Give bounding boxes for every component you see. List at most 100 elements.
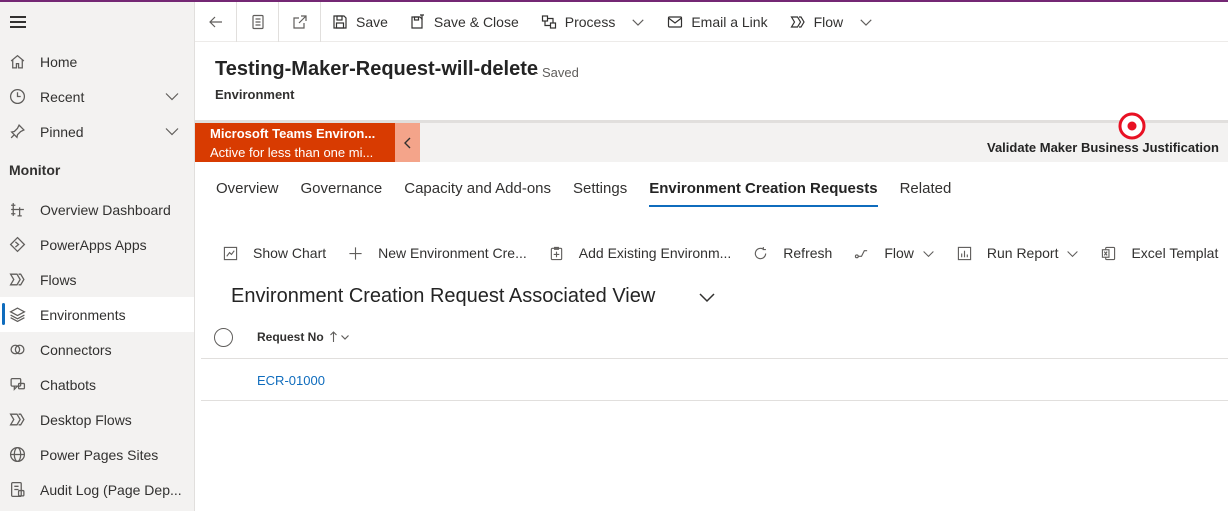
sidebar-item-home[interactable]: Home [0, 44, 194, 79]
flow-icon [790, 15, 805, 28]
stage-label[interactable]: Validate Maker Business Justification [987, 140, 1219, 155]
sidebar-item-label: Overview Dashboard [40, 201, 171, 218]
save-and-close-button[interactable]: Save & Close [399, 2, 530, 42]
email-a-link-button[interactable]: Email a Link [656, 2, 778, 42]
sidebar-item-label: Pinned [40, 123, 84, 140]
chevron-down-icon [632, 18, 644, 26]
sidebar-item-pinned[interactable]: Pinned [0, 114, 194, 149]
form-tabs: Overview Governance Capacity and Add-ons… [205, 170, 962, 210]
process-flyout-button[interactable]: Microsoft Teams Environ... Active for le… [195, 123, 395, 162]
record-title: Testing-Maker-Request-will-delete [215, 58, 539, 80]
sidebar-item-label: Environments [40, 306, 126, 323]
dashboard-icon [8, 201, 26, 219]
sidebar-item-label: PowerApps Apps [40, 236, 147, 253]
view-title[interactable]: Environment Creation Request Associated … [231, 285, 655, 308]
sidebar-item-powerapps-apps[interactable]: PowerApps Apps [0, 227, 194, 262]
sidebar-item-label: Connectors [40, 341, 112, 358]
plus-icon [349, 246, 362, 260]
save-button[interactable]: Save [321, 2, 399, 42]
sidebar-item-label: Desktop Flows [40, 411, 132, 428]
sidebar-section-title: Monitor [9, 162, 61, 178]
home-icon [8, 53, 26, 71]
add-existing-icon [550, 246, 562, 260]
connector-icon [8, 341, 26, 359]
tab-capacity-and-add-ons[interactable]: Capacity and Add-ons [393, 170, 562, 208]
sidebar-item-label: Power Pages Sites [40, 446, 159, 463]
tab-overview[interactable]: Overview [205, 170, 290, 208]
clock-icon [8, 88, 26, 106]
tab-related[interactable]: Related [889, 170, 963, 208]
table-row[interactable]: ECR-01000 [201, 360, 1228, 401]
chatbot-icon [8, 376, 26, 394]
entity-name: Environment [215, 87, 295, 102]
grid-header: Request No [201, 320, 1228, 359]
tab-governance[interactable]: Governance [290, 170, 394, 208]
bpf-collapse-button[interactable] [395, 123, 420, 162]
back-button[interactable] [195, 1, 237, 42]
flow-icon [8, 271, 26, 289]
business-process-flow: Microsoft Teams Environ... Active for le… [195, 112, 1228, 162]
refresh-label: Refresh [783, 245, 833, 261]
tab-settings[interactable]: Settings [562, 170, 638, 208]
flow-button[interactable]: Flow [779, 2, 885, 42]
sidebar-item-label: Recent [40, 88, 85, 105]
form-selector-button[interactable] [237, 1, 279, 42]
powerapps-icon [8, 236, 26, 254]
open-in-new-window-icon [292, 14, 307, 29]
request-no-link[interactable]: ECR-01000 [257, 373, 325, 388]
desktop-flow-icon [8, 411, 26, 429]
report-icon [957, 246, 972, 260]
chevron-down-icon [860, 18, 872, 26]
save-icon [333, 14, 347, 29]
process-name: Microsoft Teams Environ... [210, 126, 376, 141]
open-in-new-window-button[interactable] [279, 1, 321, 42]
subgrid-flow-button[interactable]: Flow [843, 236, 946, 270]
process-button[interactable]: Process [530, 2, 657, 42]
sidebar-item-chatbots[interactable]: Chatbots [0, 367, 194, 402]
show-chart-button[interactable]: Show Chart [212, 236, 337, 270]
save-and-close-label: Save & Close [433, 13, 519, 30]
active-stage-icon[interactable] [1117, 111, 1147, 141]
sidebar-item-flows[interactable]: Flows [0, 262, 194, 297]
column-header-label: Request No [257, 330, 324, 344]
view-selector-chevron-icon[interactable] [698, 289, 716, 305]
column-header-request-no[interactable]: Request No [257, 330, 350, 344]
run-report-button[interactable]: Run Report [946, 236, 1091, 270]
chevron-left-icon [403, 137, 410, 148]
new-environment-creation-request-button[interactable]: New Environment Cre... [337, 236, 538, 270]
email-link-icon [668, 15, 683, 28]
run-report-label: Run Report [986, 245, 1059, 261]
select-all-checkbox[interactable] [214, 328, 233, 347]
sidebar-item-audit-log[interactable]: Audit Log (Page Dep... [0, 472, 194, 507]
chevron-down-icon[interactable] [164, 123, 180, 139]
save-label: Save [356, 13, 388, 30]
sidebar: Home Recent Pinned Monitor Overview Dash… [0, 2, 195, 511]
chevron-down-icon [923, 250, 934, 257]
sidebar-item-label: Home [40, 53, 78, 70]
refresh-icon [755, 246, 767, 259]
sidebar-item-overview-dashboard[interactable]: Overview Dashboard [0, 192, 194, 227]
excel-templates-label: Excel Templat [1131, 245, 1219, 261]
chevron-down-icon[interactable] [164, 88, 180, 104]
excel-templates-button[interactable]: Excel Templat [1090, 236, 1228, 270]
sidebar-item-desktop-flows[interactable]: Desktop Flows [0, 402, 194, 437]
add-existing-button[interactable]: Add Existing Environm... [538, 236, 743, 270]
chevron-down-icon [340, 335, 349, 340]
flow-label: Flow [813, 13, 844, 30]
sidebar-item-environments[interactable]: Environments [0, 297, 194, 332]
refresh-button[interactable]: Refresh [742, 236, 843, 270]
sidebar-item-recent[interactable]: Recent [0, 79, 194, 114]
sidebar-item-power-pages-sites[interactable]: Power Pages Sites [0, 437, 194, 472]
sidebar-item-connectors[interactable]: Connectors [0, 332, 194, 367]
save-status: - Saved [534, 65, 579, 80]
flow-label: Flow [884, 245, 914, 261]
tab-environment-creation-requests[interactable]: Environment Creation Requests [638, 170, 888, 208]
email-a-link-label: Email a Link [691, 13, 768, 30]
sidebar-item-label: Audit Log (Page Dep... [40, 481, 182, 498]
layers-icon [8, 306, 26, 324]
show-chart-label: Show Chart [253, 245, 327, 261]
process-label: Process [564, 13, 616, 30]
hamburger-menu-icon[interactable] [10, 16, 26, 30]
add-existing-label: Add Existing Environm... [578, 245, 732, 261]
chart-icon [223, 246, 238, 260]
